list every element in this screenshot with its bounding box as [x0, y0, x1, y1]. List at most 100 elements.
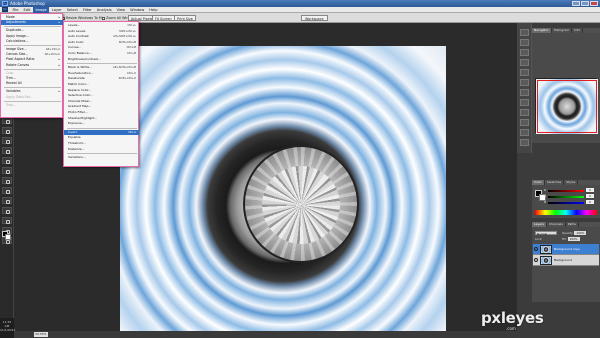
green-slider-track[interactable] — [548, 195, 584, 198]
panel-shortcut-icon[interactable] — [520, 129, 529, 136]
adjustments-menu-item[interactable]: Auto Color Shift+Ctrl+B — [64, 40, 139, 45]
notes-tool-icon[interactable] — [2, 207, 12, 214]
adjustments-menu-item[interactable]: Curves... Ctrl+M — [64, 45, 139, 50]
blue-slider-track[interactable] — [548, 201, 584, 204]
print-size-button[interactable]: Print Size — [174, 15, 196, 21]
menu-edit[interactable]: Edit — [21, 7, 33, 13]
color-spectrum[interactable] — [535, 210, 597, 215]
adjustments-menu-item[interactable]: Shadow/Highlight... — [64, 116, 139, 121]
panel-shortcut-icon[interactable] — [520, 29, 529, 36]
green-slider[interactable]: G 0 — [544, 194, 594, 198]
zoom-level-field[interactable]: 33.33% — [34, 332, 48, 337]
tab-histogram[interactable]: Histogram — [552, 28, 573, 33]
adjustments-menu-item[interactable]: Black & White... Alt+Shift+Ctrl+B — [64, 65, 139, 70]
fit-screen-button[interactable]: Fit Screen — [152, 15, 175, 21]
blur-tool-icon[interactable] — [2, 147, 12, 154]
pen-tool-icon[interactable] — [2, 167, 12, 174]
adjustments-menu-item[interactable]: Photo Filter... — [64, 110, 139, 115]
adjustments-menu-item[interactable]: Posterize... — [64, 147, 139, 152]
tab-styles[interactable]: Styles — [564, 180, 579, 185]
green-value[interactable]: 0 — [586, 194, 594, 198]
menu-item-shortcut: ▸ — [58, 62, 60, 67]
gradient-tool-icon[interactable] — [2, 137, 12, 144]
menu-layer[interactable]: Layer — [49, 7, 64, 13]
close-button[interactable] — [590, 1, 598, 6]
history-brush-tool-icon[interactable] — [2, 117, 12, 124]
menu-select[interactable]: Select — [64, 7, 80, 13]
menu-view[interactable]: View — [114, 7, 128, 13]
adjustments-menu-item[interactable]: Equalize — [64, 135, 139, 140]
shape-tool-icon[interactable] — [2, 197, 12, 204]
image-menu-item[interactable]: Calculations... — [1, 39, 63, 44]
adjustments-menu-item[interactable]: Variations... — [64, 155, 139, 160]
adjustments-menu-item[interactable]: Invert Ctrl+I — [64, 129, 139, 135]
layer-row-background-copy[interactable]: Background copy — [533, 244, 599, 255]
adjustments-menu-item[interactable]: Gradient Map... — [64, 104, 139, 109]
menu-filter[interactable]: Filter — [80, 7, 94, 13]
menu-item-label: Photo Filter... — [68, 110, 88, 114]
panel-shortcut-icon[interactable] — [520, 39, 529, 46]
minimize-button[interactable] — [572, 1, 580, 6]
eyedropper-tool-icon[interactable] — [2, 217, 12, 224]
eraser-tool-icon[interactable] — [2, 127, 12, 134]
navigator-thumbnail[interactable] — [535, 78, 598, 134]
adjustments-menu-item[interactable]: Hue/Saturation... Ctrl+U — [64, 71, 139, 76]
adjustments-menu-item[interactable]: Levels... Ctrl+L — [64, 23, 139, 28]
image-menu-item[interactable]: Reveal All — [1, 81, 63, 86]
type-tool-icon[interactable] — [2, 177, 12, 184]
visibility-eye-icon[interactable] — [534, 247, 538, 251]
panel-shortcut-icon[interactable] — [520, 99, 529, 106]
layer-row-background[interactable]: Background — [533, 255, 599, 266]
background-color-swatch[interactable] — [5, 234, 11, 240]
blend-mode-select[interactable]: Normal — [535, 231, 557, 236]
adjustments-menu-item[interactable]: Color Balance... Ctrl+B — [64, 51, 139, 56]
dodge-tool-icon[interactable] — [2, 157, 12, 164]
adjustments-menu-item[interactable]: Desaturate Shift+Ctrl+U — [64, 76, 139, 81]
opacity-value[interactable]: 100% — [574, 231, 587, 235]
adjustments-menu-item[interactable]: Auto Levels Shift+Ctrl+L — [64, 29, 139, 34]
fill-value[interactable]: 100% — [567, 237, 580, 241]
menu-file[interactable]: File — [10, 7, 21, 13]
workspace-button[interactable]: Workspace — [301, 15, 328, 21]
tab-navigator[interactable]: Navigator — [532, 28, 552, 33]
panel-shortcut-icon[interactable] — [520, 59, 529, 66]
adjustments-menu-item[interactable]: Threshold... — [64, 141, 139, 146]
tab-paths[interactable]: Paths — [566, 222, 579, 227]
image-menu-item[interactable]: Rotate Canvas ▸ — [1, 63, 63, 68]
panel-shortcut-icon[interactable] — [520, 119, 529, 126]
panel-shortcut-icon[interactable] — [520, 139, 529, 146]
tab-info[interactable]: Info — [572, 28, 583, 33]
visibility-eye-icon[interactable] — [534, 258, 538, 262]
path-select-tool-icon[interactable] — [2, 187, 12, 194]
menu-image[interactable]: Image — [32, 6, 50, 13]
panel-shortcut-icon[interactable] — [520, 49, 529, 56]
panel-shortcut-icon[interactable] — [520, 109, 529, 116]
red-slider[interactable]: R 0 — [544, 188, 594, 192]
red-slider-track[interactable] — [548, 189, 584, 192]
adjustments-menu-item[interactable]: Selective Color... — [64, 93, 139, 98]
document-canvas[interactable] — [120, 46, 446, 338]
red-value[interactable]: 0 — [586, 188, 594, 192]
blue-value[interactable]: 0 — [586, 200, 594, 204]
panel-shortcut-icon[interactable] — [520, 89, 529, 96]
adjustments-menu-item[interactable]: Channel Mixer... — [64, 99, 139, 104]
blue-slider[interactable]: B 0 — [544, 200, 594, 204]
panel-shortcut-icon[interactable] — [520, 69, 529, 76]
menu-help[interactable]: Help — [147, 7, 160, 13]
panel-shortcut-icon[interactable] — [520, 79, 529, 86]
tab-color[interactable]: Color — [532, 180, 545, 185]
adjustments-menu-item[interactable]: Auto Contrast Alt+Shift+Ctrl+L — [64, 34, 139, 39]
adjustments-menu-item[interactable]: Exposure... — [64, 121, 139, 126]
navigator-view-box[interactable] — [537, 80, 597, 133]
menu-window[interactable]: Window — [128, 7, 147, 13]
maximize-button[interactable] — [581, 1, 589, 6]
tab-swatches[interactable]: Swatches — [545, 180, 565, 185]
ps-menu-icon[interactable]: Ps — [2, 7, 8, 12]
menu-analysis[interactable]: Analysis — [94, 7, 114, 13]
adjustments-menu-item[interactable]: Brightness/Contrast... — [64, 57, 139, 62]
tab-layers[interactable]: Layers — [532, 222, 547, 227]
adjustments-menu-item[interactable]: Replace Color... — [64, 88, 139, 93]
tab-channels[interactable]: Channels — [547, 222, 566, 227]
adjustments-menu-item[interactable]: Match Color... — [64, 82, 139, 87]
image-menu-item[interactable]: Adjustments ▸ — [1, 20, 63, 26]
